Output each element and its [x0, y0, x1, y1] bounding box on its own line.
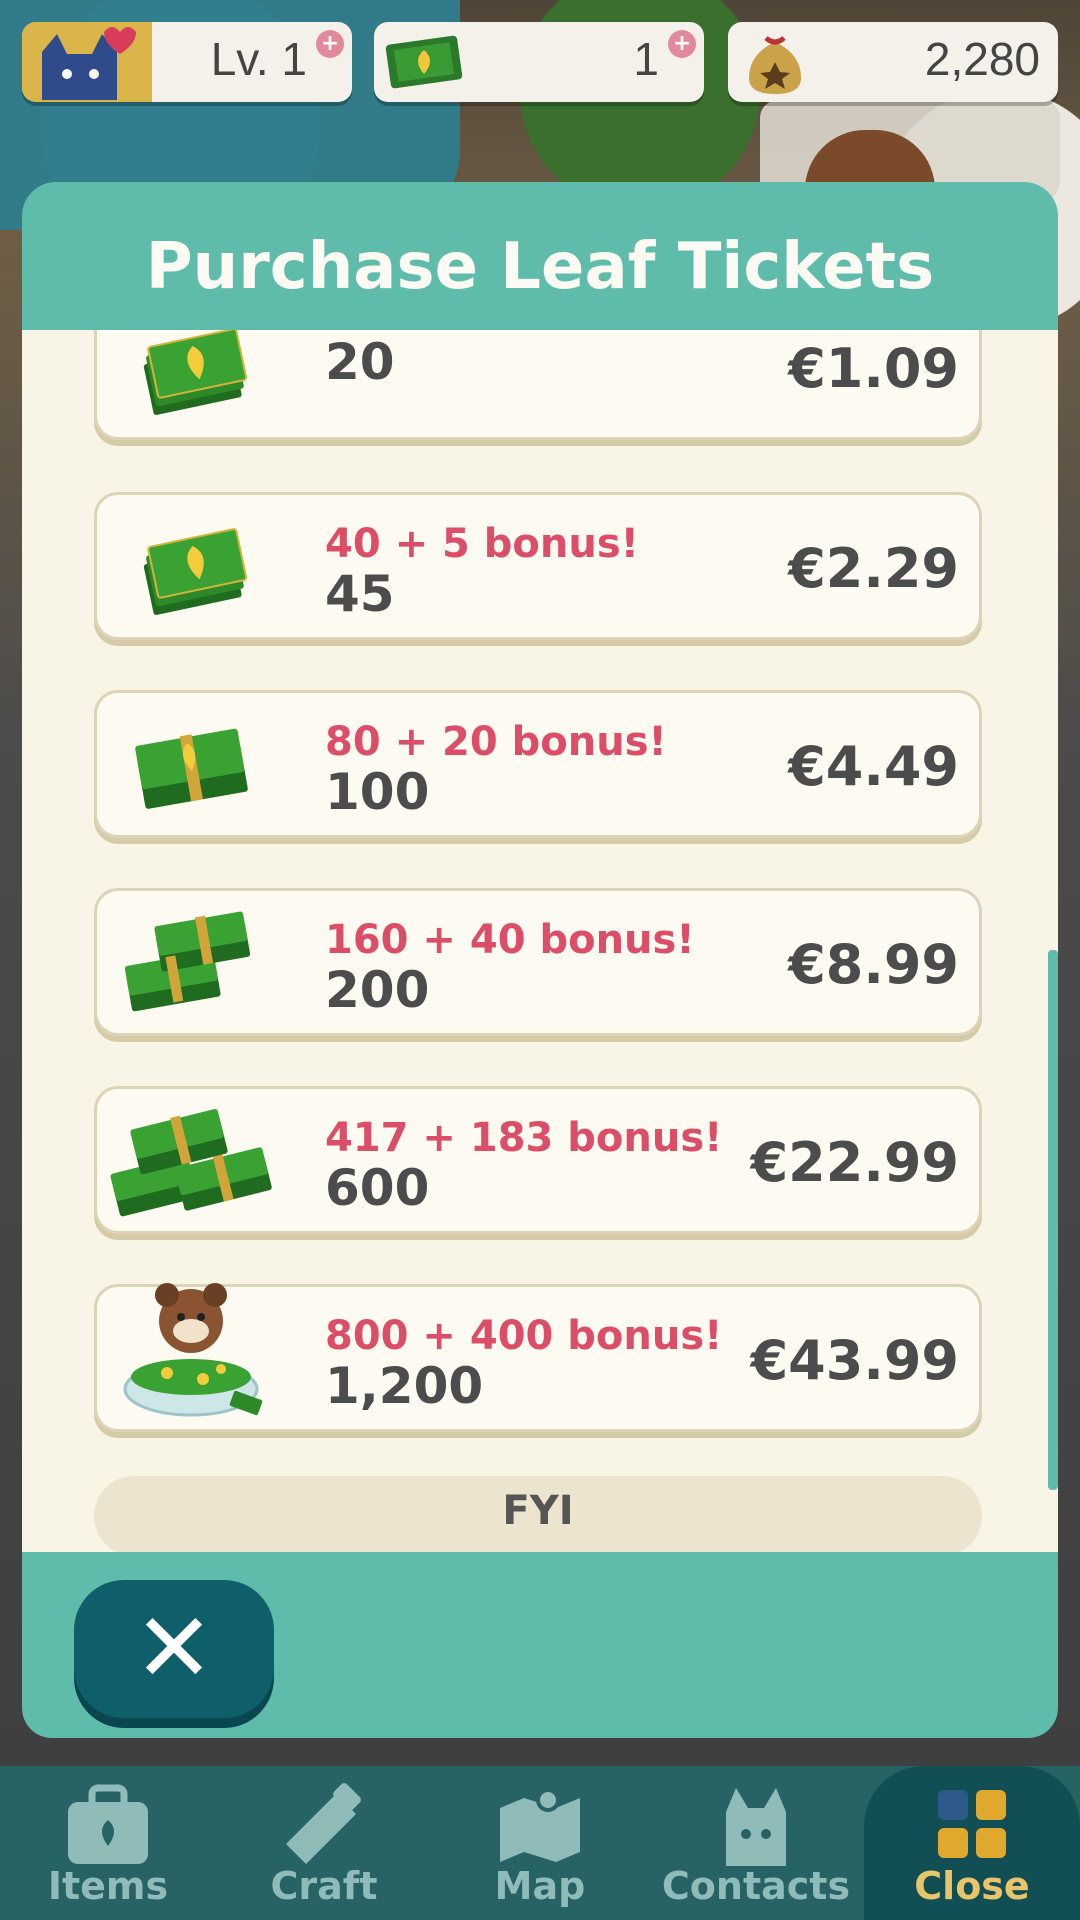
offer-list[interactable]: 20 €1.09 40 + 5 bonus! 45 €2.29 80 + 20 …	[22, 330, 1058, 1552]
offer-price: €2.29	[788, 537, 959, 600]
offer-price: €1.09	[788, 337, 959, 400]
dialog-header: Purchase Leaf Tickets	[22, 182, 1058, 330]
bell-bag-icon	[749, 36, 801, 94]
offer-amount: 200	[325, 961, 430, 1019]
nav-label: Items	[47, 1864, 169, 1908]
bag-icon	[68, 1784, 148, 1864]
dialog-title: Purchase Leaf Tickets	[145, 230, 935, 304]
dialog-footer: ✕	[22, 1552, 1058, 1738]
nav-contacts[interactable]: Contacts	[648, 1766, 864, 1920]
offer-card-200[interactable]: 160 + 40 bonus! 200 €8.99	[94, 888, 982, 1036]
saw-icon	[286, 1783, 361, 1864]
offer-price: €4.49	[788, 735, 959, 798]
fyi-button[interactable]: FYI	[94, 1476, 982, 1552]
leaf-ticket-icon	[385, 35, 463, 89]
player-avatar	[22, 22, 152, 102]
nav-label: Close	[914, 1864, 1030, 1908]
buy-tickets-plus-icon[interactable]: +	[668, 30, 696, 58]
leaf-ticket-display[interactable]: 1 +	[374, 22, 704, 102]
leaf-ticket-pile-icon	[110, 1109, 272, 1217]
offer-card-1200[interactable]: 800 + 400 bonus! 1,200 €43.99	[94, 1283, 982, 1432]
nav-label: Contacts	[661, 1864, 851, 1908]
leaf-ticket-count: 1	[633, 33, 659, 85]
offer-bonus: 160 + 40 bonus!	[325, 917, 695, 963]
purchase-dialog: Purchase Leaf Tickets 20 €1.09 40 + 5 bo…	[22, 182, 1058, 1738]
offer-bonus: 417 + 183 bonus!	[325, 1115, 723, 1161]
nav-label: Craft	[270, 1864, 378, 1908]
bells-count: 2,280	[924, 33, 1040, 85]
offer-price: €43.99	[750, 1329, 959, 1392]
scrollbar-thumb[interactable]	[1048, 950, 1058, 1490]
level-info-icon[interactable]: +	[316, 30, 344, 58]
close-icon: ✕	[133, 1592, 215, 1704]
offer-amount: 1,200	[325, 1357, 484, 1415]
offer-card-45[interactable]: 40 + 5 bonus! 45 €2.29	[94, 492, 982, 640]
offer-bonus: 40 + 5 bonus!	[325, 521, 639, 567]
level-display[interactable]: Lv. 1 +	[22, 22, 352, 102]
leaf-ticket-small-stack-icon	[143, 330, 248, 415]
offer-amount: 600	[325, 1159, 430, 1217]
bottom-nav: Items Craft Map Contacts Close	[0, 1766, 1080, 1920]
offer-amount: 100	[325, 763, 430, 821]
level-label: Lv. 1	[210, 33, 307, 85]
offer-price: €22.99	[750, 1131, 959, 1194]
map-icon	[500, 1788, 580, 1862]
offer-card-100[interactable]: 80 + 20 bonus! 100 €4.49	[94, 690, 982, 838]
leaf-ticket-small-stack-icon	[143, 528, 248, 615]
nav-close[interactable]: Close	[864, 1766, 1080, 1920]
grid-icon	[938, 1790, 1006, 1858]
offer-bonus: 800 + 400 bonus!	[325, 1313, 723, 1359]
offer-price: €8.99	[788, 933, 959, 996]
offer-card-600[interactable]: 417 + 183 bonus! 600 €22.99	[94, 1086, 982, 1234]
bells-display: 2,280	[728, 22, 1058, 102]
nav-label: Map	[494, 1864, 586, 1908]
nav-map[interactable]: Map	[432, 1766, 648, 1920]
close-dialog-button[interactable]: ✕	[74, 1580, 274, 1718]
nav-craft[interactable]: Craft	[216, 1766, 432, 1920]
leaf-ticket-double-bundle-icon	[124, 911, 251, 1012]
fyi-label: FYI	[502, 1488, 574, 1534]
cat-face-icon	[726, 1788, 786, 1866]
tom-nook-bathtub-icon	[123, 1283, 263, 1417]
offer-bonus: 80 + 20 bonus!	[325, 719, 667, 765]
nav-items[interactable]: Items	[0, 1766, 216, 1920]
leaf-ticket-bundle-icon	[135, 728, 248, 809]
offer-amount: 20	[325, 333, 395, 391]
offer-card-20[interactable]: 20 €1.09	[94, 330, 982, 440]
status-bar: Lv. 1 + 1 + 2,280	[22, 22, 1058, 102]
offer-amount: 45	[325, 565, 395, 623]
